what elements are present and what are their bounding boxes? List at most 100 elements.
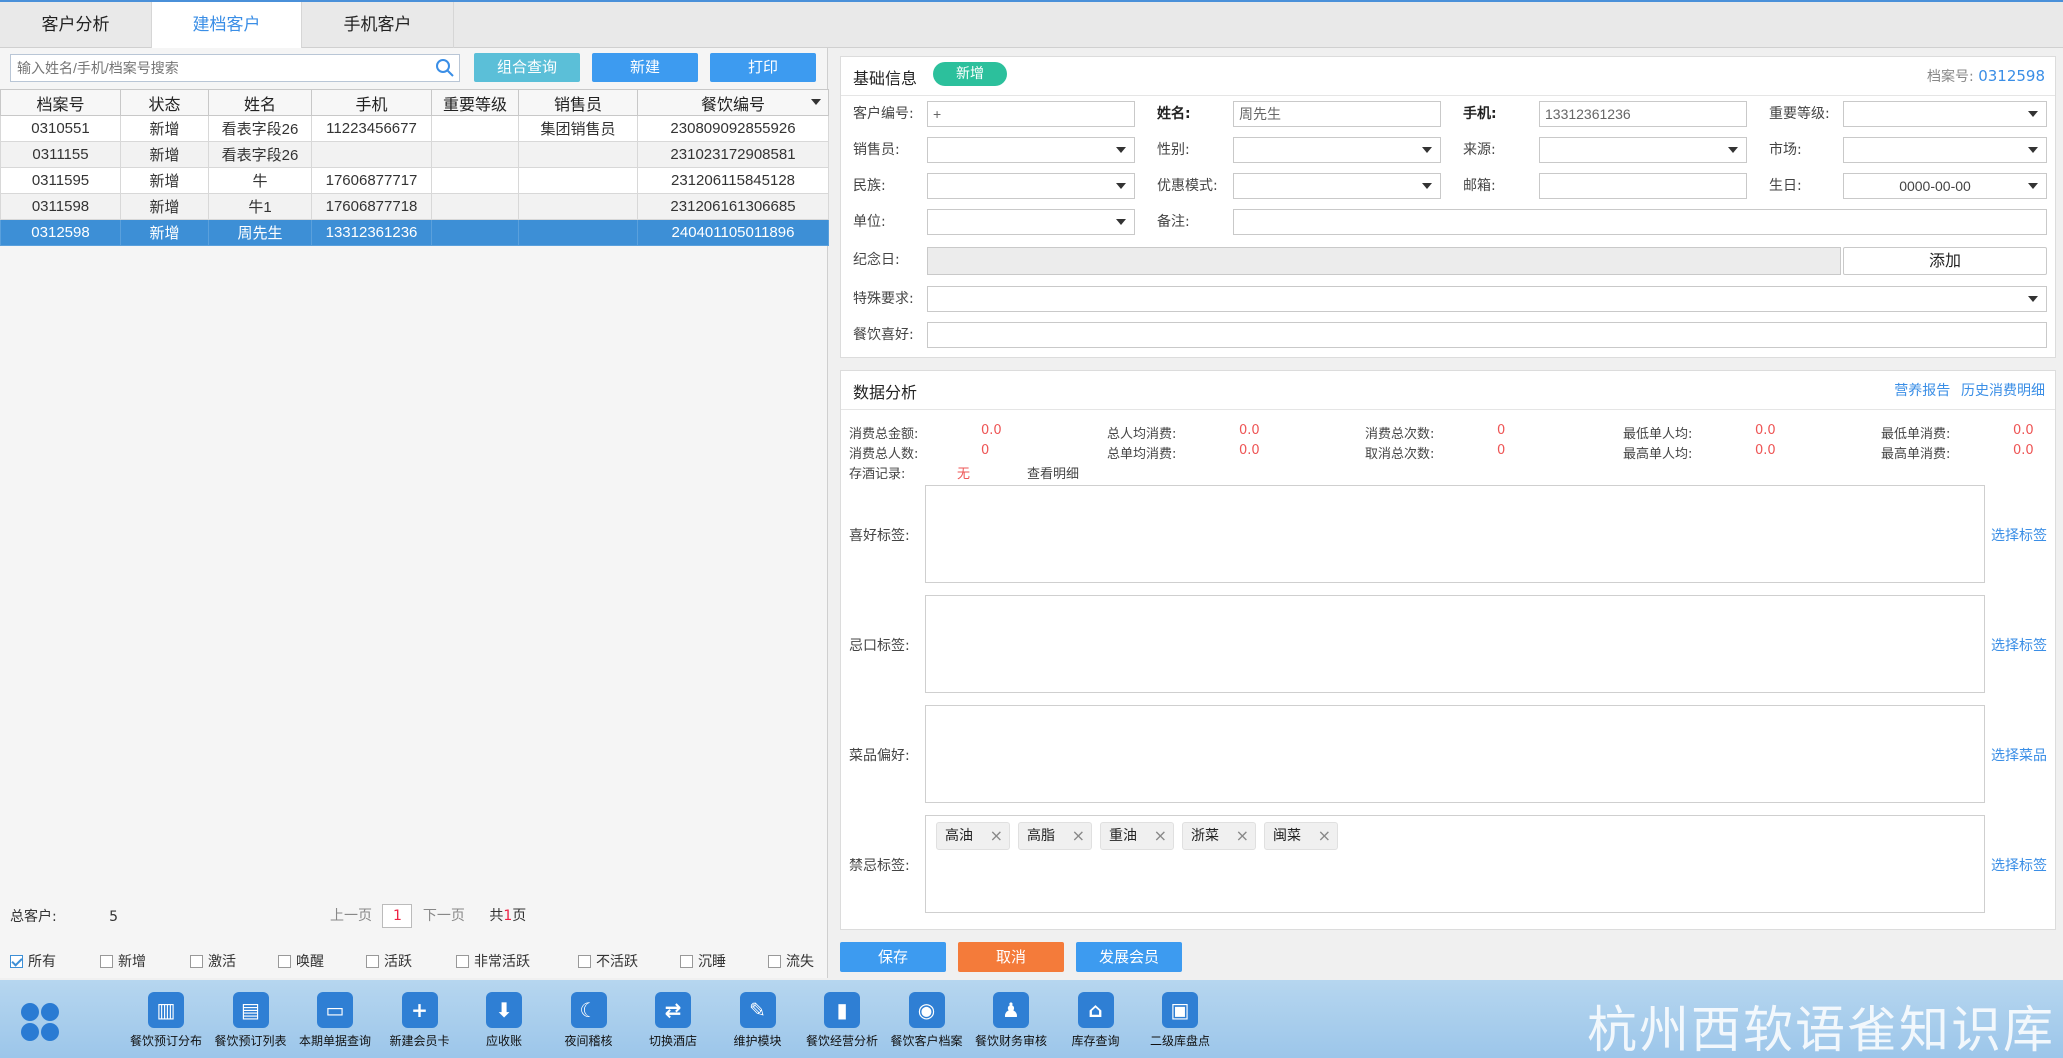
tab-archived-customers[interactable]: 建档客户 (152, 2, 302, 48)
taskbar-item[interactable]: ▣ 二级库盘点 (1134, 992, 1226, 1049)
taskbar-item[interactable]: ♟ 餐饮财务审核 (965, 992, 1057, 1049)
tag-chip[interactable]: 高油 × (936, 822, 1010, 850)
close-icon[interactable]: × (1318, 823, 1331, 849)
taskbar-item[interactable]: ▭ 本期单据查询 (289, 992, 381, 1049)
tag-chip[interactable]: 重油 × (1100, 822, 1174, 850)
dining-pref-field[interactable] (927, 322, 2047, 348)
plus-circle-icon[interactable]: + (401, 992, 438, 1028)
discount-mode-select[interactable] (1233, 173, 1441, 199)
market-select[interactable] (1843, 137, 2047, 163)
company-select[interactable] (927, 209, 1135, 235)
checkbox-icon[interactable] (680, 954, 693, 968)
email-field[interactable] (1539, 173, 1747, 199)
switch-icon[interactable]: ⇄ (655, 992, 691, 1028)
user-circle-icon[interactable]: ◉ (908, 992, 945, 1028)
col-name[interactable]: 姓名 (208, 89, 312, 116)
combo-query-button[interactable]: 组合查询 (474, 53, 580, 82)
taskbar-item[interactable]: ▤ 餐饮预订列表 (205, 992, 297, 1049)
search-input[interactable] (11, 55, 421, 81)
tag-box[interactable] (925, 705, 1985, 803)
filter-checkbox[interactable]: 激活 (190, 951, 236, 971)
source-select[interactable] (1539, 137, 1747, 163)
remark-field[interactable] (1233, 209, 2047, 235)
tag-box[interactable] (925, 595, 1985, 693)
checkbox-icon[interactable] (190, 954, 203, 968)
col-salesman[interactable]: 销售员 (518, 89, 638, 116)
save-button[interactable]: 保存 (840, 942, 946, 972)
next-page-link[interactable]: 下一页 (423, 908, 465, 924)
close-icon[interactable]: × (990, 823, 1003, 849)
taskbar-item[interactable]: ☾ 夜间稽核 (543, 992, 635, 1049)
tag-box[interactable] (925, 485, 1985, 583)
table-row[interactable]: 0312598 新增 周先生 13312361236 240401105011896 (0, 219, 829, 246)
bar-chart-icon[interactable]: ▥ (148, 992, 184, 1028)
nutrition-report-link[interactable]: 营养报告 (1894, 383, 1950, 399)
inventory-icon[interactable]: ▣ (1162, 992, 1198, 1028)
birthday-select[interactable]: 0000-00-00 (1843, 173, 2047, 199)
taskbar-item[interactable]: ◉ 餐饮客户档案 (881, 992, 973, 1049)
select-tag-link[interactable]: 选择标签 (1991, 525, 2047, 545)
select-tag-link[interactable]: 选择标签 (1991, 855, 2047, 875)
moon-icon[interactable]: ☾ (570, 992, 607, 1028)
clipboard-icon[interactable]: ▤ (232, 992, 269, 1028)
print-button[interactable]: 打印 (710, 53, 816, 82)
filter-checkbox[interactable]: 所有 (10, 951, 56, 971)
col-importance[interactable]: 重要等级 (431, 89, 519, 116)
taskbar-item[interactable]: ✎ 维护模块 (712, 992, 804, 1049)
checkbox-icon[interactable] (10, 954, 23, 968)
close-icon[interactable]: × (1236, 823, 1249, 849)
close-icon[interactable]: × (1072, 823, 1085, 849)
taskbar-item[interactable]: ⇄ 切换酒店 (627, 992, 719, 1049)
tag-chip[interactable]: 闽菜 × (1264, 822, 1338, 850)
view-detail-link[interactable]: 查看明细 (1027, 463, 1079, 482)
home-icon[interactable]: ⌂ (1077, 992, 1114, 1028)
download-icon[interactable]: ⬇ (486, 992, 522, 1028)
message-icon[interactable]: ▭ (317, 992, 353, 1028)
filter-checkbox[interactable]: 新增 (100, 951, 146, 971)
filter-checkbox[interactable]: 唤醒 (278, 951, 324, 971)
select-tag-link[interactable]: 选择菜品 (1991, 745, 2047, 765)
tab-mobile-customers[interactable]: 手机客户 (302, 2, 454, 48)
customer-no-field[interactable]: + (927, 101, 1135, 127)
filter-checkbox[interactable]: 不活跃 (578, 951, 638, 971)
special-request-select[interactable] (927, 286, 2047, 312)
app-logo-icon[interactable] (18, 1000, 62, 1044)
page-number-input[interactable]: 1 (382, 904, 413, 928)
checkbox-icon[interactable] (278, 954, 291, 968)
col-dossier-no[interactable]: 档案号 (0, 89, 121, 116)
add-anniversary-button[interactable]: 添加 (1843, 247, 2047, 275)
col-dining-no[interactable]: 餐饮编号 (637, 89, 829, 116)
new-button[interactable]: 新建 (592, 53, 698, 82)
chart-icon[interactable]: ▮ (824, 992, 860, 1028)
search-icon[interactable] (435, 58, 455, 78)
checkbox-icon[interactable] (578, 954, 591, 968)
ethnicity-select[interactable] (927, 173, 1135, 199)
anniversary-field[interactable] (927, 247, 1841, 275)
col-phone[interactable]: 手机 (311, 89, 432, 116)
table-row[interactable]: 0310551 新增 看表字段26 11223456677 集团销售员 230809092… (0, 115, 829, 142)
name-field[interactable]: 周先生 (1233, 101, 1441, 127)
wrench-icon[interactable]: ✎ (739, 992, 776, 1028)
phone-field[interactable]: 13312361236 (1539, 101, 1747, 127)
filter-checkbox[interactable]: 非常活跃 (456, 951, 530, 971)
table-row[interactable]: 0311155 新增 看表字段26 231023172908581 (0, 141, 829, 168)
taskbar-item[interactable]: ▥ 餐饮预订分布 (120, 992, 212, 1049)
gender-select[interactable] (1233, 137, 1441, 163)
history-consumption-link[interactable]: 历史消费明细 (1961, 383, 2045, 399)
cancel-button[interactable]: 取消 (958, 942, 1064, 972)
filter-checkbox[interactable]: 流失 (768, 951, 814, 971)
taskbar-item[interactable]: ▮ 餐饮经营分析 (796, 992, 888, 1049)
tag-box[interactable]: 高油 × 高脂 × 重油 × 浙菜 × 闽菜 × (925, 815, 1985, 913)
select-tag-link[interactable]: 选择标签 (1991, 635, 2047, 655)
taskbar-item[interactable]: ⬇ 应收账 (458, 992, 550, 1049)
tag-chip[interactable]: 高脂 × (1018, 822, 1092, 850)
filter-checkbox[interactable]: 活跃 (366, 951, 412, 971)
tag-chip[interactable]: 浙菜 × (1182, 822, 1256, 850)
taskbar-item[interactable]: + 新建会员卡 (374, 992, 466, 1049)
table-row[interactable]: 0311595 新增牛 17606877717 231206115845128 (0, 167, 829, 194)
checkbox-icon[interactable] (768, 954, 781, 968)
taskbar-item[interactable]: ⌂ 库存查询 (1050, 992, 1142, 1049)
develop-member-button[interactable]: 发展会员 (1076, 942, 1182, 972)
col-status[interactable]: 状态 (120, 89, 209, 116)
checkbox-icon[interactable] (366, 954, 379, 968)
